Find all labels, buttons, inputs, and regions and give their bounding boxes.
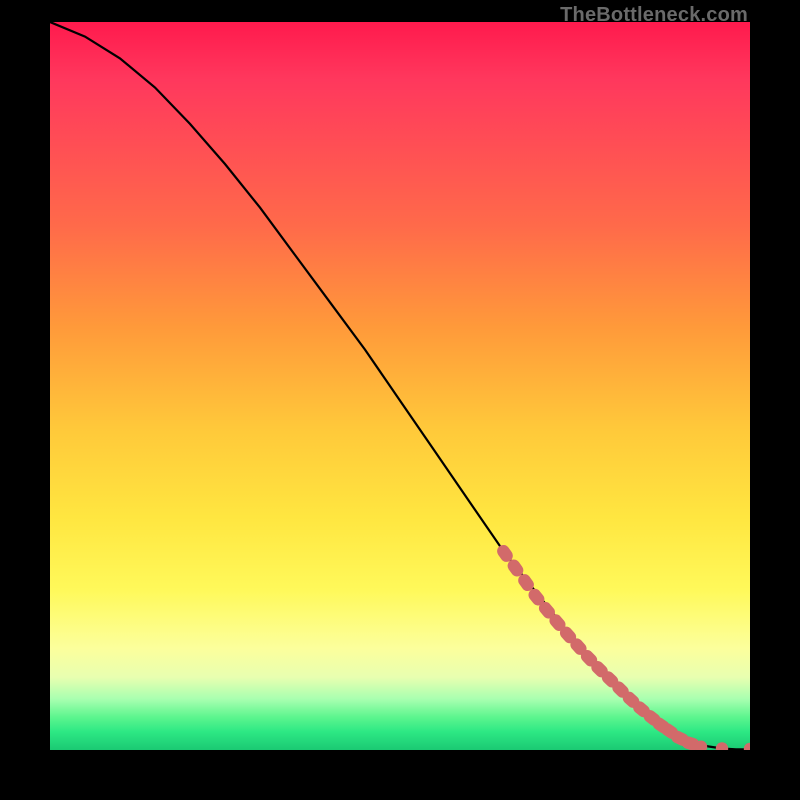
marker-dot [744,743,750,750]
chart-stage: TheBottleneck.com [0,0,800,800]
plot-area [50,22,750,750]
marker-dot [716,742,728,750]
chart-overlay [50,22,750,750]
marker-group [495,542,750,750]
data-curve [50,22,750,749]
